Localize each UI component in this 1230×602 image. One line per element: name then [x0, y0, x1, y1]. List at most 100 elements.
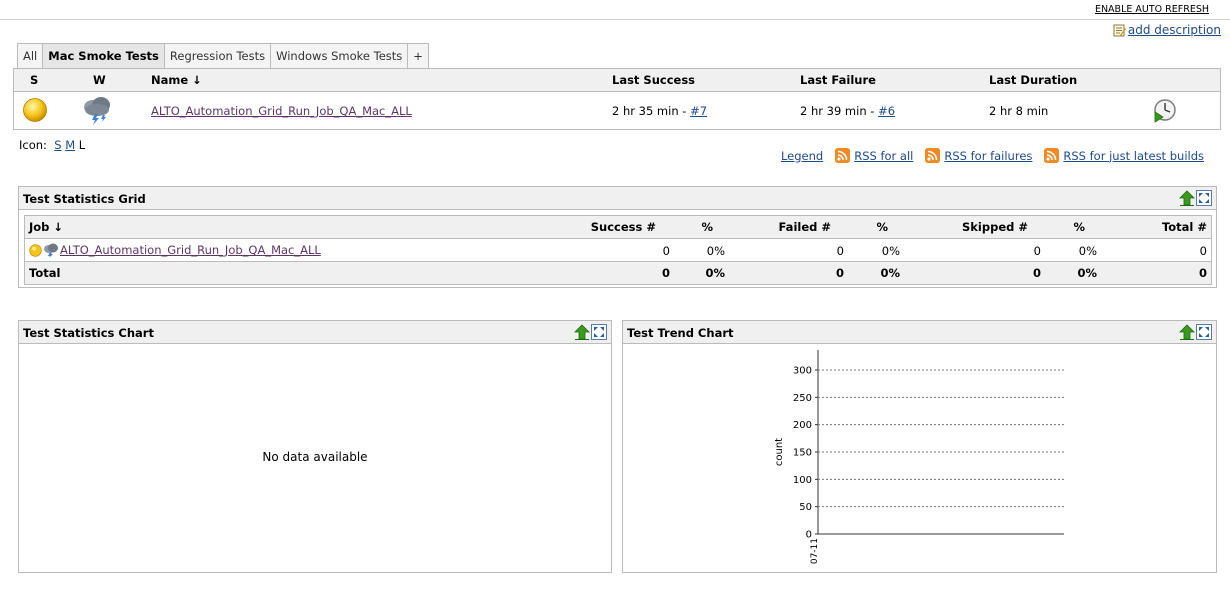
last-success-build-link[interactable]: #7 — [690, 104, 707, 118]
grid-failed-pct: 0% — [881, 244, 900, 258]
tab-add-view[interactable]: + — [407, 43, 429, 68]
tab-regression-tests[interactable]: Regression Tests — [163, 43, 272, 68]
portlet-title: Test Trend Chart — [627, 326, 734, 340]
rss-failures-link[interactable]: RSS for failures — [944, 149, 1032, 163]
green-up-arrow-icon[interactable] — [574, 324, 590, 340]
x-tick-label: 07-11 — [810, 538, 820, 564]
icon-size-label: Icon: — [19, 138, 47, 152]
total-success-pct: 0% — [705, 266, 725, 280]
col-last-success[interactable]: Last Success — [612, 73, 695, 87]
top-divider — [0, 19, 1230, 20]
last-failure-cell: 2 hr 39 min - #6 — [800, 104, 895, 118]
grid-failed-count: 0 — [836, 244, 844, 258]
job-name-link[interactable]: ALTO_Automation_Grid_Run_Job_QA_Mac_ALL — [151, 104, 412, 118]
grid-skipped-count: 0 — [1033, 244, 1041, 258]
portlet-header: Test Statistics Chart — [19, 321, 611, 344]
rss-icon — [1044, 148, 1060, 163]
notepad-icon — [1113, 24, 1126, 36]
maximize-icon[interactable] — [591, 324, 607, 340]
rss-bar: Legend RSS for all RSS for failures RSS … — [781, 148, 1204, 163]
projects-header-row: S W Name ↓ Last Success Last Failure Las… — [14, 69, 1220, 92]
portlet-title: Test Statistics Chart — [23, 326, 154, 340]
y-tick-label: 250 — [793, 393, 812, 404]
grid-skipped-pct: 0% — [1078, 244, 1097, 258]
maximize-icon[interactable] — [1196, 190, 1212, 206]
rss-all-link[interactable]: RSS for all — [854, 149, 913, 163]
test-statistics-chart-portlet: Test Statistics Chart No data available — [18, 320, 612, 573]
col-weather[interactable]: W — [93, 73, 106, 87]
total-success-count: 0 — [661, 266, 670, 280]
icon-size-small[interactable]: S — [54, 138, 61, 152]
col-last-failure[interactable]: Last Failure — [800, 73, 876, 87]
col-skipped-count[interactable]: Skipped # — [962, 220, 1028, 234]
last-success-cell: 2 hr 35 min - #7 — [612, 104, 707, 118]
col-skipped-pct[interactable]: % — [1073, 220, 1085, 234]
test-statistics-grid-portlet: Test Statistics Grid Job ↓ Success # % F… — [18, 186, 1217, 288]
green-up-arrow-icon[interactable] — [1179, 190, 1195, 206]
col-success-count[interactable]: Success # — [591, 220, 656, 234]
tab-windows-smoke-tests[interactable]: Windows Smoke Tests — [270, 43, 409, 68]
table-row: ALTO_Automation_Grid_Run_Job_QA_Mac_ALL … — [14, 92, 1220, 129]
yellow-ball-icon — [29, 244, 42, 257]
clock-play-icon[interactable] — [1152, 98, 1178, 124]
y-axis-label: count — [774, 438, 785, 466]
yellow-ball-icon — [23, 98, 47, 122]
grid-job-link[interactable]: ALTO_Automation_Grid_Run_Job_QA_Mac_ALL — [60, 243, 321, 257]
grid-success-count: 0 — [662, 244, 670, 258]
col-status[interactable]: S — [30, 73, 38, 87]
rss-latest-link[interactable]: RSS for just latest builds — [1063, 149, 1204, 163]
test-trend-chart-portlet: Test Trend Chart count 07-11 0 50 100 150 20… — [622, 320, 1217, 573]
rss-latest[interactable]: RSS for just latest builds — [1044, 148, 1204, 163]
legend-link[interactable]: Legend — [781, 149, 823, 163]
total-failed-count: 0 — [835, 266, 844, 280]
y-tick-label: 150 — [793, 448, 812, 459]
rss-icon — [925, 148, 941, 163]
total-total-count: 0 — [1198, 266, 1207, 280]
maximize-icon[interactable] — [1196, 324, 1212, 340]
col-name[interactable]: Name ↓ — [151, 73, 202, 87]
last-failure-build-link[interactable]: #6 — [878, 104, 895, 118]
icon-size-selector: Icon: S M L — [19, 138, 85, 152]
enable-auto-refresh-link[interactable]: ENABLE AUTO REFRESH — [1095, 4, 1209, 15]
view-tabs: All Mac Smoke Tests Regression Tests Win… — [17, 43, 429, 70]
tab-mac-smoke-tests[interactable]: Mac Smoke Tests — [42, 43, 165, 70]
y-tick-label: 200 — [793, 420, 812, 431]
tab-all[interactable]: All — [17, 43, 44, 68]
total-skipped-count: 0 — [1032, 266, 1041, 280]
total-label: Total — [29, 266, 61, 280]
rss-icon — [835, 148, 851, 163]
table-row: ALTO_Automation_Grid_Run_Job_QA_Mac_ALL … — [25, 239, 1211, 262]
y-tick-label: 300 — [793, 366, 812, 377]
green-up-arrow-icon[interactable] — [1179, 324, 1195, 340]
thunderstorm-icon — [44, 243, 58, 258]
y-tick-label: 50 — [799, 502, 812, 513]
add-description[interactable]: add description — [1113, 23, 1221, 37]
col-last-duration[interactable]: Last Duration — [989, 73, 1077, 87]
grid-success-pct: 0% — [706, 244, 725, 258]
portlet-header: Test Statistics Grid — [19, 187, 1216, 210]
portlet-title: Test Statistics Grid — [23, 192, 146, 206]
thunderstorm-icon — [84, 97, 110, 125]
icon-size-large: L — [78, 138, 86, 152]
projects-table: S W Name ↓ Last Success Last Failure Las… — [13, 68, 1221, 130]
grid-header-row: Job ↓ Success # % Failed # % Skipped # %… — [25, 216, 1211, 239]
y-tick-label: 0 — [806, 530, 812, 541]
col-failed-count[interactable]: Failed # — [779, 220, 832, 234]
add-description-link[interactable]: add description — [1128, 23, 1221, 37]
grid-total-count: 0 — [1199, 244, 1207, 258]
test-statistics-table: Job ↓ Success # % Failed # % Skipped # %… — [24, 215, 1212, 285]
total-failed-pct: 0% — [880, 266, 900, 280]
col-failed-pct[interactable]: % — [876, 220, 888, 234]
col-success-pct[interactable]: % — [701, 220, 713, 234]
grid-total-row: Total 0 0% 0 0% 0 0% 0 — [25, 262, 1211, 284]
last-duration-cell: 2 hr 8 min — [989, 104, 1049, 118]
col-total-count[interactable]: Total # — [1162, 220, 1207, 234]
rss-failures[interactable]: RSS for failures — [925, 148, 1032, 163]
col-job[interactable]: Job ↓ — [29, 220, 63, 234]
icon-size-medium[interactable]: M — [65, 138, 75, 152]
last-success-text: 2 hr 35 min - — [612, 104, 691, 118]
trend-chart-plot: count 07-11 0 50 100 150 200 250 300 — [774, 350, 1064, 564]
last-failure-text: 2 hr 39 min - — [800, 104, 879, 118]
y-tick-label: 100 — [793, 475, 812, 486]
rss-all[interactable]: RSS for all — [835, 148, 913, 163]
